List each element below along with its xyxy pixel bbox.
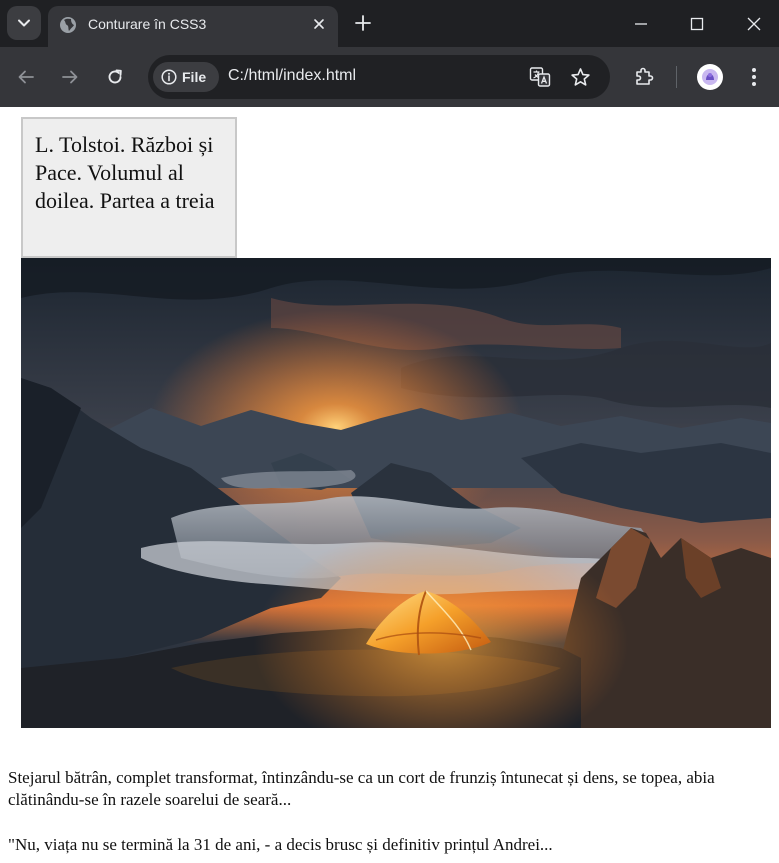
tab-strip: Conturare în CSS3 <box>0 0 779 47</box>
url-text[interactable]: C:/html/index.html <box>228 67 356 85</box>
arrow-right-icon <box>62 70 78 84</box>
mountain-tent-image <box>21 258 771 728</box>
translate-button[interactable] <box>528 65 552 89</box>
outlined-text-box: L. Tolstoi. Război și Pace. Volumul al d… <box>21 117 237 258</box>
menu-button[interactable] <box>741 64 767 90</box>
profile-icon <box>702 69 718 85</box>
minimize-button[interactable] <box>621 8 661 40</box>
extensions-button[interactable] <box>631 64 657 90</box>
browser-toolbar: File C:/html/index.html <box>0 47 779 107</box>
tab-active[interactable]: Conturare în CSS3 <box>48 6 338 47</box>
site-chip-label: File <box>182 69 207 85</box>
arrow-left-icon <box>18 70 34 84</box>
translate-icon <box>529 67 551 87</box>
close-icon <box>314 19 324 29</box>
maximize-icon <box>690 17 704 31</box>
address-bar[interactable]: File C:/html/index.html <box>148 55 610 99</box>
site-info-chip[interactable]: File <box>153 62 219 92</box>
tab-title: Conturare în CSS3 <box>88 16 207 32</box>
tab-search-button[interactable] <box>7 6 41 40</box>
minimize-icon <box>635 23 647 25</box>
chevron-down-icon <box>18 19 30 27</box>
puzzle-icon <box>636 67 654 85</box>
globe-icon <box>60 17 76 33</box>
forward-button[interactable] <box>57 64 83 90</box>
profile-avatar[interactable] <box>697 64 723 90</box>
star-icon <box>570 67 590 86</box>
page-viewport: L. Tolstoi. Război și Pace. Volumul al d… <box>0 107 779 863</box>
reload-button[interactable] <box>102 64 128 90</box>
bookmark-button[interactable] <box>568 65 592 89</box>
toolbar-divider <box>676 66 677 88</box>
info-icon <box>161 69 177 85</box>
plus-icon <box>355 15 371 31</box>
back-button[interactable] <box>13 64 39 90</box>
maximize-button[interactable] <box>677 8 717 40</box>
window-close-button[interactable] <box>734 8 774 40</box>
close-icon <box>747 17 761 31</box>
paragraph-2: "Nu, viața nu se termină la 31 de ani, -… <box>8 835 553 854</box>
paragraph-1: Stejarul bătrân, complet transformat, în… <box>8 768 715 809</box>
reload-icon <box>108 69 122 84</box>
more-vert-icon <box>752 68 756 86</box>
tab-close-button[interactable] <box>310 15 328 33</box>
new-tab-button[interactable] <box>352 12 374 34</box>
